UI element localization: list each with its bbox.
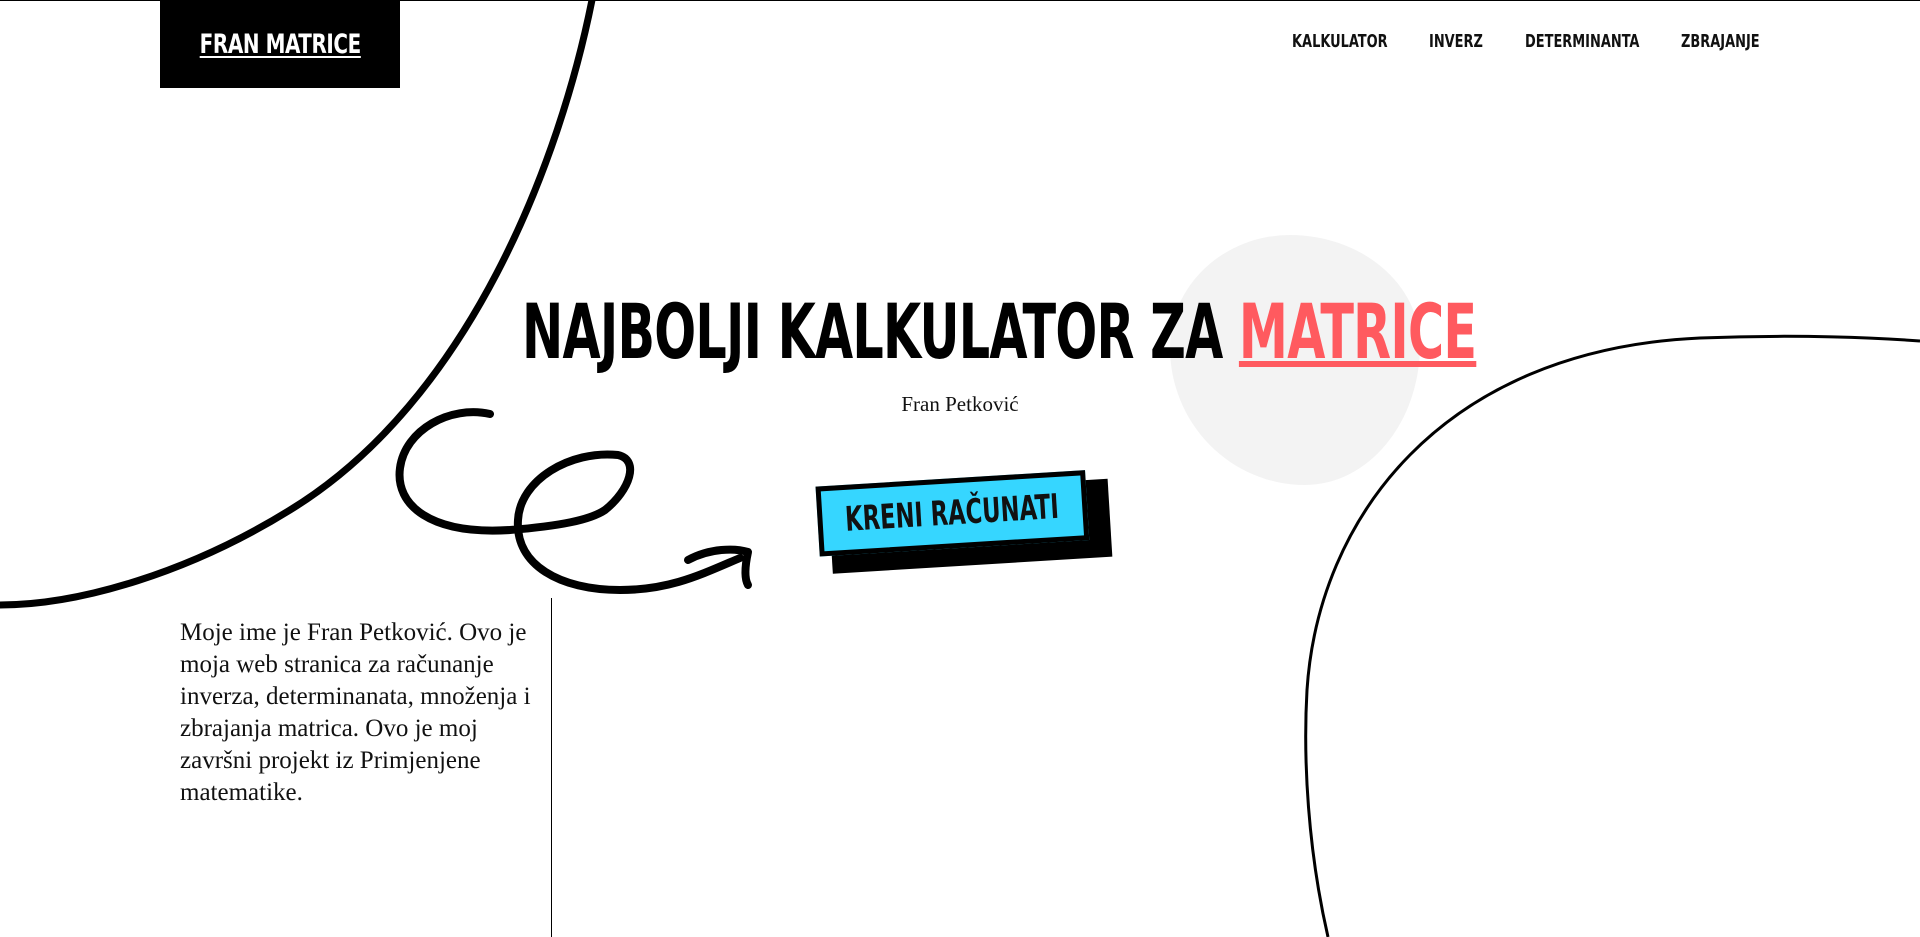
left-arc-decoration — [0, 0, 596, 609]
cta-label: KRENI RAČUNATI — [844, 486, 1061, 540]
about-text: Moje ime je Fran Petković. Ovo je moja w… — [180, 619, 531, 806]
nav-zbrajanje[interactable]: ZBRAJANJE — [1681, 31, 1760, 52]
hero-title-accent: MATRICE — [1238, 287, 1477, 376]
nav-determinanta[interactable]: DETERMINANTA — [1525, 31, 1639, 52]
nav-inverz[interactable]: INVERZ — [1429, 31, 1483, 52]
logo-link[interactable]: FRAN MATRICE — [160, 1, 400, 88]
hero-title: NAJBOLJI KALKULATOR ZA MATRICE — [522, 290, 1477, 374]
hero-title-main: NAJBOLJI KALKULATOR ZA — [522, 287, 1239, 376]
hero-subtitle-text: Fran Petković — [901, 392, 1019, 416]
vertical-divider — [551, 598, 552, 937]
logo-text: FRAN MATRICE — [199, 29, 361, 60]
cta-wrapper: KRENI RAČUNATI — [815, 470, 1113, 577]
nav-kalkulator[interactable]: KALKULATOR — [1292, 31, 1388, 52]
hero-subtitle: Fran Petković — [0, 392, 1920, 417]
